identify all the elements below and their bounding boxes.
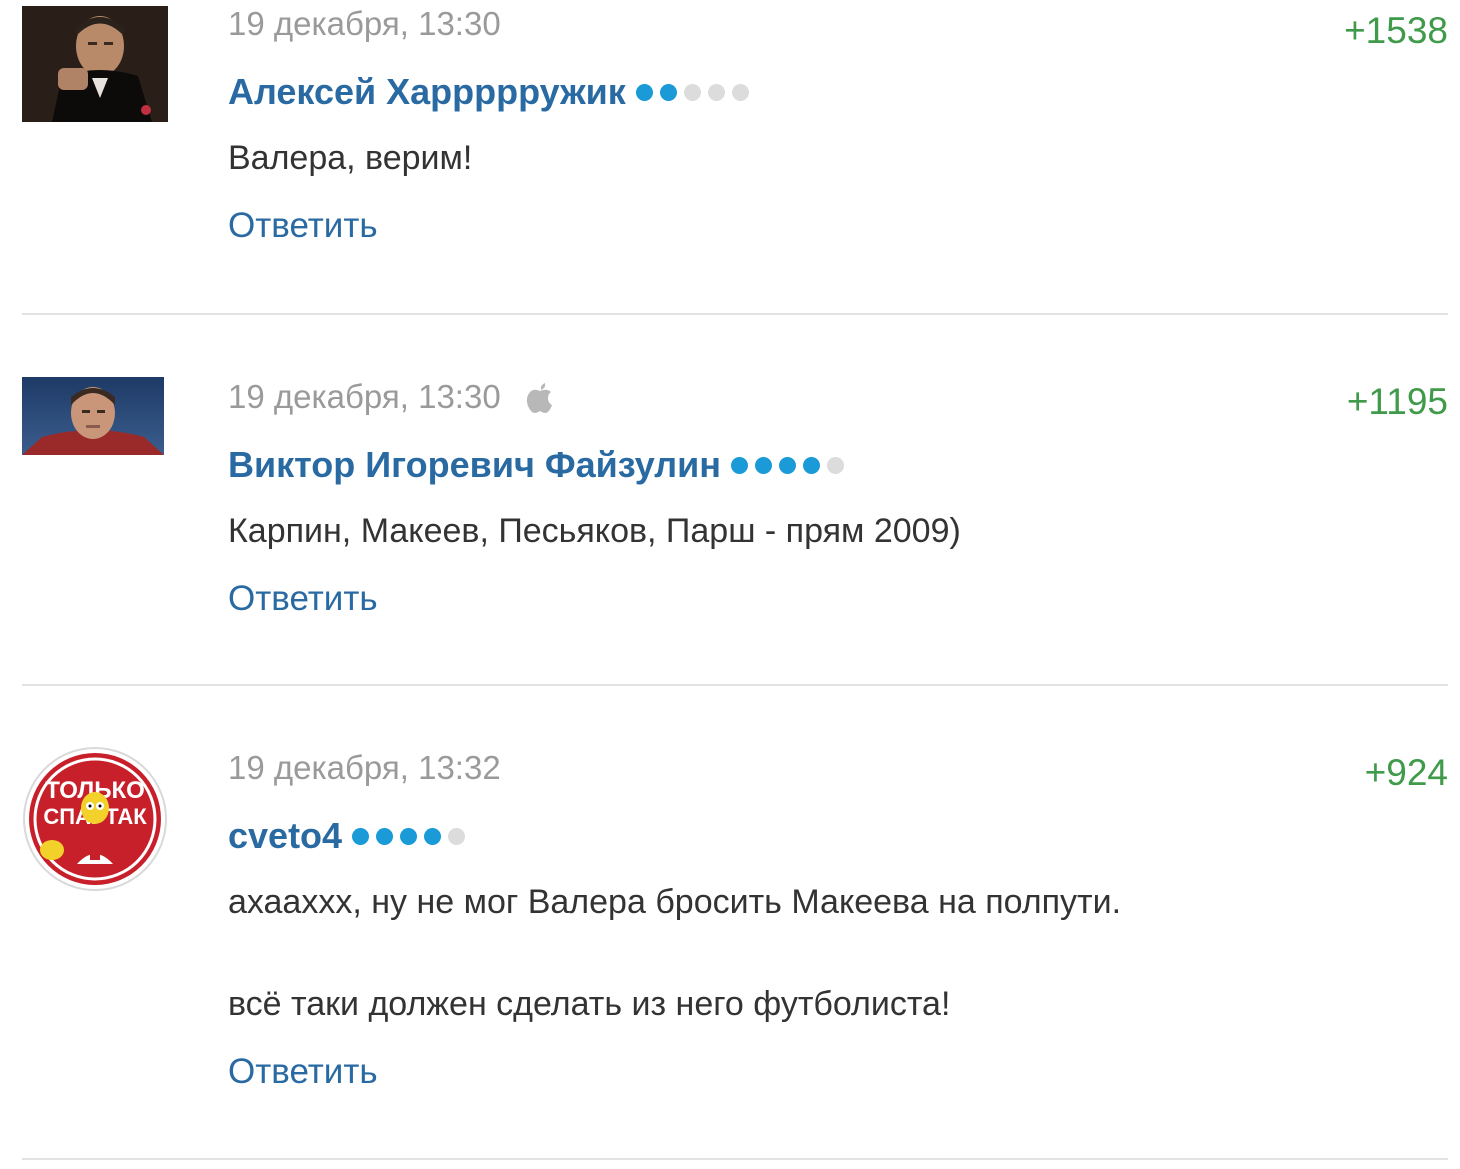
comment-date: 19 декабря, 13:30 [228, 378, 501, 415]
reply-link[interactable]: Ответить [228, 1052, 378, 1092]
rating-dot [803, 456, 821, 474]
comment-text-line: всё таки должен сделать из него футболис… [228, 985, 951, 1023]
comment-score[interactable]: +924 [1365, 752, 1448, 794]
comment-item: ТОЛЬКО СПАРТАК 19 декабря, 13:32 +924 cv… [22, 686, 1448, 1160]
author-name[interactable]: cveto4 [228, 815, 342, 857]
rating-dot [731, 83, 749, 101]
comment-text-line: Карпин, Макеев, Песьяков, Парш - прям 20… [228, 512, 961, 550]
comment-meta: 19 декабря, 13:32 [228, 748, 1448, 788]
comment-meta: 19 декабря, 13:30 [228, 377, 1448, 417]
rating-dot [376, 827, 394, 845]
author-name[interactable]: Виктор Игоревич Файзулин [228, 444, 721, 486]
rating-dot [424, 827, 442, 845]
reply-link[interactable]: Ответить [228, 206, 378, 246]
author-row: Виктор Игоревич Файзулин [228, 443, 1448, 487]
comment-text-line: Валера, верим! [228, 139, 473, 177]
comment-item: 19 декабря, 13:30 +1538 Алексей Харрррру… [22, 0, 1448, 315]
comment-meta: 19 декабря, 13:30 [228, 4, 1448, 44]
comment-text-line: ахааххх, ну не мог Валера бросить Макеев… [228, 883, 1122, 921]
comment-text: Карпин, Макеев, Песьяков, Парш - прям 20… [228, 511, 1448, 551]
rating-dot [659, 83, 677, 101]
author-row: cveto4 [228, 814, 1448, 858]
avatar[interactable]: ТОЛЬКО СПАРТАК [22, 746, 168, 892]
comment-item: 19 декабря, 13:30 +1195 Виктор Игоревич … [22, 315, 1448, 686]
rating-dot [448, 827, 466, 845]
comment-score[interactable]: +1195 [1347, 381, 1448, 423]
comment-score[interactable]: +1538 [1344, 10, 1448, 52]
rating-dot [352, 827, 370, 845]
rating-dot [400, 827, 418, 845]
reply-link[interactable]: Ответить [228, 579, 378, 619]
rating-dot [683, 83, 701, 101]
player-avatar-icon [22, 377, 164, 455]
rating-dot [827, 456, 845, 474]
comments-list: 19 декабря, 13:30 +1538 Алексей Харрррру… [22, 0, 1448, 1160]
rating-dots [635, 83, 756, 101]
rating-dot [635, 83, 653, 101]
avatar[interactable] [22, 377, 164, 455]
author-row: Алексей Харрррружик [228, 70, 1448, 114]
author-name[interactable]: Алексей Харрррружик [228, 71, 626, 113]
rating-dot [731, 456, 749, 474]
godfather-avatar-icon [22, 6, 168, 122]
avatar[interactable] [22, 6, 168, 122]
rating-dot [779, 456, 797, 474]
rating-dots [352, 827, 472, 845]
rating-dot [707, 83, 725, 101]
comment-text: Валера, верим! [228, 138, 1448, 178]
apple-icon [525, 380, 555, 414]
comment-date: 19 декабря, 13:32 [228, 749, 501, 786]
rating-dots [731, 456, 851, 474]
comment-date: 19 декабря, 13:30 [228, 5, 501, 42]
rating-dot [755, 456, 773, 474]
spartak-fan-avatar-icon: ТОЛЬКО СПАРТАК [23, 747, 167, 891]
comment-text: ахааххх, ну не мог Валера бросить Макеев… [228, 882, 1448, 1024]
